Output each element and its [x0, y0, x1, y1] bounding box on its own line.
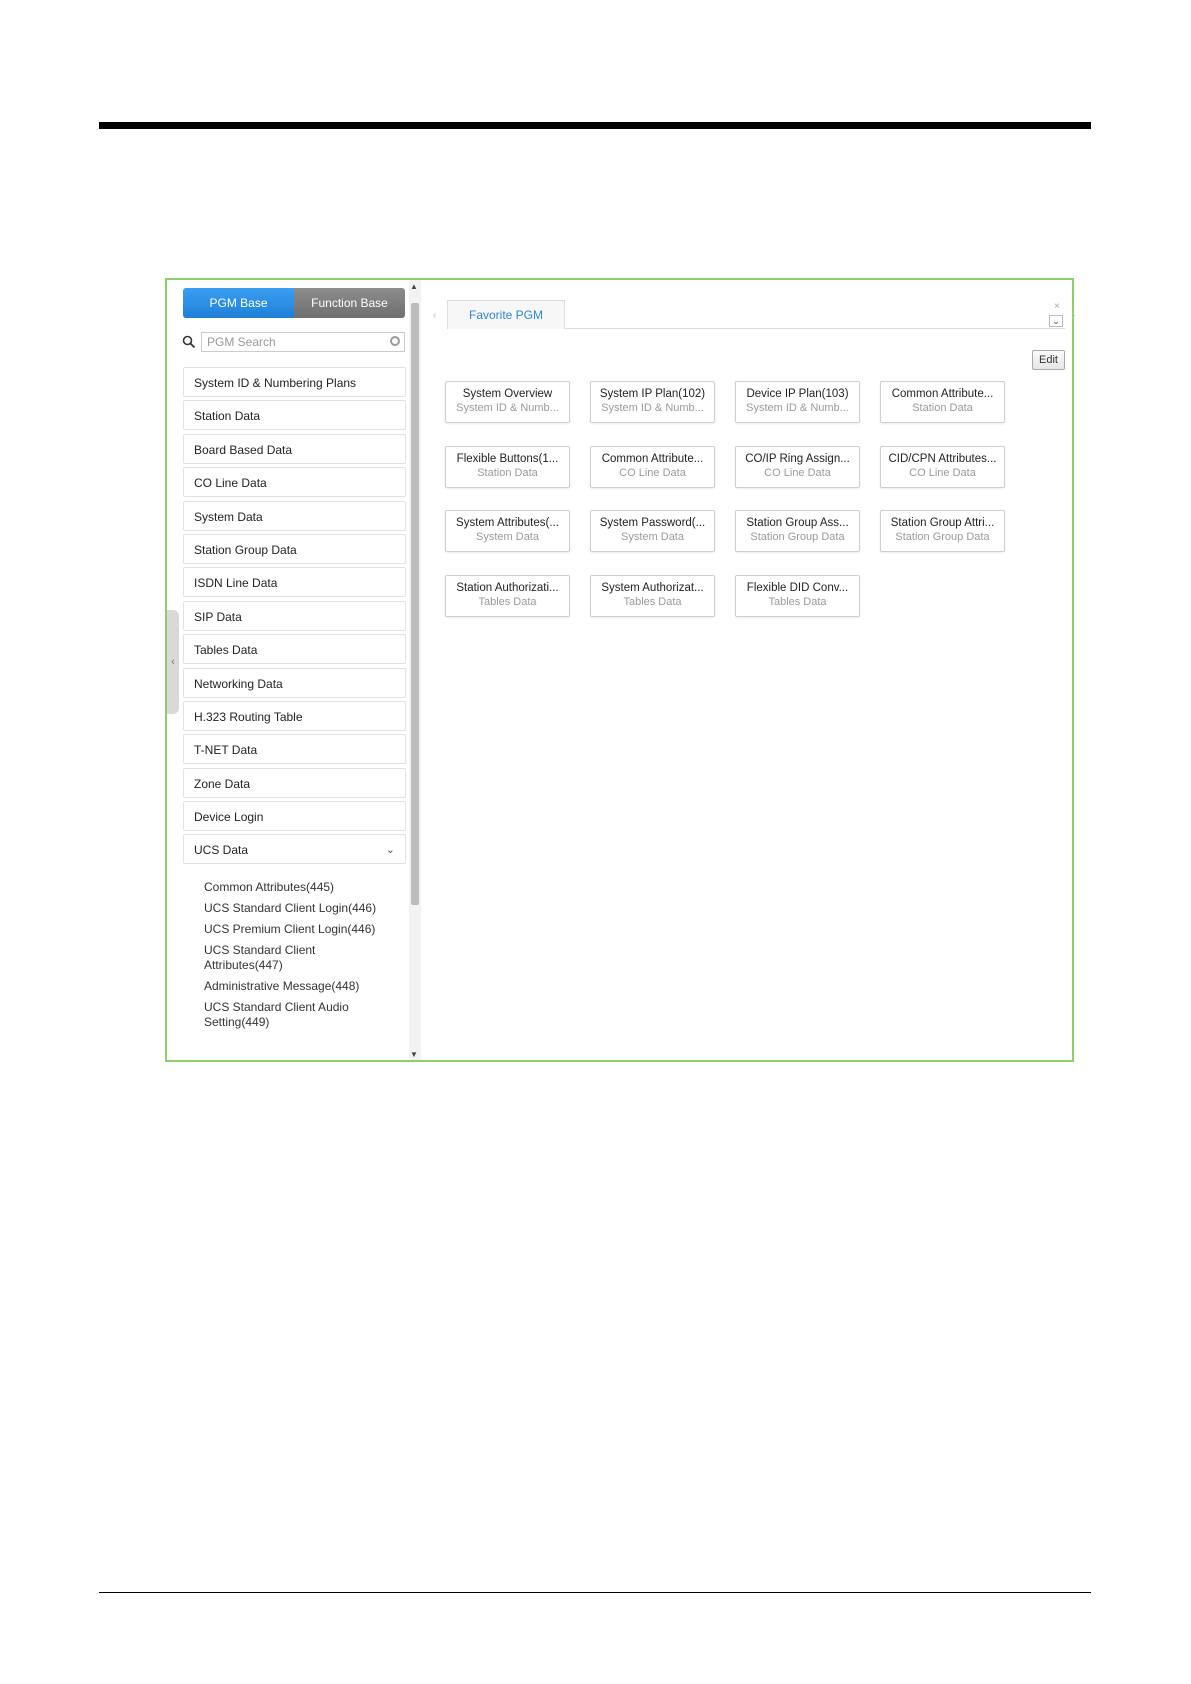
screenshot-frame: PGM Base Function Base PGM Search System…	[165, 278, 1075, 1062]
card-title: System IP Plan(102)	[599, 388, 706, 400]
page-bottom-rule	[99, 1592, 1091, 1593]
card-title: Station Group Ass...	[746, 517, 849, 529]
submenu-item-standard-client-login[interactable]: UCS Standard Client Login(446)	[204, 901, 406, 916]
favorite-pgm-card[interactable]: System Password(... System Data	[590, 510, 715, 552]
menu-item-zone-data[interactable]: Zone Data	[183, 767, 406, 798]
scroll-up-icon[interactable]: ▲	[410, 282, 418, 291]
card-title: Station Authorizati...	[456, 581, 559, 594]
favorite-pgm-card[interactable]: Flexible Buttons(1... Station Data	[445, 445, 570, 488]
tab-favorite-pgm[interactable]: Favorite PGM	[447, 300, 565, 329]
card-title: CO/IP Ring Assign...	[745, 452, 850, 465]
card-subtitle: Tables Data	[623, 595, 682, 608]
pgm-search-input[interactable]: PGM Search	[201, 332, 405, 352]
card-subtitle: Tables Data	[768, 595, 827, 608]
favorite-pgm-card[interactable]: System Overview System ID & Numb...	[445, 381, 570, 423]
left-scroll-thumb[interactable]	[411, 303, 419, 905]
menu-item-system-id[interactable]: System ID & Numbering Plans	[183, 367, 406, 397]
menu-item-board-based-data[interactable]: Board Based Data	[183, 433, 406, 464]
favorite-pgm-card[interactable]: System IP Plan(102) System ID & Numb...	[590, 381, 715, 423]
favorite-pgm-card[interactable]: Common Attribute... CO Line Data	[590, 445, 715, 488]
submenu-item-standard-client-attributes[interactable]: UCS Standard Client Attributes(447)	[204, 943, 364, 973]
pgm-menu: System ID & Numbering Plans Station Data…	[183, 367, 406, 1036]
favorite-pgm-card[interactable]: CID/CPN Attributes... CO Line Data	[880, 445, 1005, 488]
chevron-right-icon[interactable]: ›	[1072, 310, 1075, 321]
card-subtitle: System Data	[621, 531, 684, 543]
card-title: System Overview	[462, 388, 553, 400]
card-subtitle: CO Line Data	[619, 466, 686, 479]
card-title: Station Group Attri...	[890, 517, 995, 529]
search-icon[interactable]	[182, 335, 196, 349]
submenu-item-common-attributes[interactable]: Common Attributes(445)	[204, 880, 406, 895]
card-subtitle: System ID & Numb...	[456, 402, 559, 414]
card-subtitle: System Data	[476, 531, 539, 543]
chevron-left-icon[interactable]: ‹	[433, 310, 436, 321]
submenu-item-administrative-message[interactable]: Administrative Message(448)	[204, 979, 406, 994]
chevron-down-icon[interactable]: ⌄	[386, 843, 395, 856]
page-top-rule	[99, 122, 1091, 129]
left-panel: PGM Base Function Base PGM Search System…	[167, 280, 421, 1060]
chevron-left-icon[interactable]: ‹	[167, 610, 179, 714]
ucs-submenu: Common Attributes(445) UCS Standard Clie…	[183, 868, 406, 1030]
pgm-base-tab[interactable]: PGM Base	[183, 288, 294, 318]
menu-item-system-data[interactable]: System Data	[183, 500, 406, 531]
card-subtitle: System ID & Numb...	[601, 402, 704, 414]
menu-item-tnet-data[interactable]: T-NET Data	[183, 734, 406, 765]
right-panel: ‹ Favorite PGM × ⌄ › Edit System Overvie…	[423, 280, 1075, 1060]
menu-item-ucs-data[interactable]: UCS Data ⌄	[183, 834, 406, 865]
chevron-down-icon[interactable]: ⌄	[1049, 315, 1063, 327]
pgm-search-placeholder: PGM Search	[207, 335, 276, 349]
favorite-pgm-card[interactable]: System Authorizat... Tables Data	[590, 574, 715, 617]
close-icon[interactable]: ×	[1054, 301, 1060, 312]
card-subtitle: Station Group Data	[895, 531, 990, 543]
card-subtitle: Tables Data	[478, 595, 537, 608]
favorite-pgm-card[interactable]: Station Group Ass... Station Group Data	[735, 510, 860, 552]
card-title: Flexible Buttons(1...	[456, 452, 559, 465]
card-subtitle: Station Data	[912, 402, 973, 414]
menu-item-ucs-data-label: UCS Data	[194, 843, 249, 858]
favorite-pgm-card[interactable]: Flexible DID Conv... Tables Data	[735, 574, 860, 617]
card-title: System Attributes(...	[456, 517, 559, 529]
favorite-pgm-card[interactable]: CO/IP Ring Assign... CO Line Data	[735, 445, 860, 488]
menu-item-device-login[interactable]: Device Login	[183, 801, 406, 832]
favorite-pgm-card[interactable]: System Attributes(... System Data	[445, 510, 570, 552]
menu-item-station-data[interactable]: Station Data	[183, 400, 406, 431]
edit-button[interactable]: Edit	[1032, 350, 1065, 370]
favorite-pgm-card[interactable]: Station Group Attri... Station Group Data	[880, 510, 1005, 552]
card-title: Device IP Plan(103)	[746, 388, 849, 400]
function-base-tab[interactable]: Function Base	[294, 288, 405, 318]
favorite-pgm-card[interactable]: Station Authorizati... Tables Data	[445, 574, 570, 617]
submenu-item-standard-client-audio[interactable]: UCS Standard Client Audio Setting(449)	[204, 1000, 364, 1030]
card-title: System Password(...	[599, 517, 706, 529]
card-title: Common Attribute...	[601, 452, 704, 465]
menu-item-co-line-data[interactable]: CO Line Data	[183, 467, 406, 498]
menu-item-tables-data[interactable]: Tables Data	[183, 634, 406, 665]
scroll-down-icon[interactable]: ▼	[410, 1050, 418, 1059]
menu-item-isdn-line-data[interactable]: ISDN Line Data	[183, 567, 406, 598]
menu-item-networking-data[interactable]: Networking Data	[183, 667, 406, 698]
card-subtitle: System ID & Numb...	[746, 402, 849, 414]
menu-item-sip-data[interactable]: SIP Data	[183, 600, 406, 631]
card-subtitle: Station Data	[477, 466, 538, 479]
card-subtitle: CO Line Data	[764, 466, 831, 479]
mode-switch: PGM Base Function Base	[183, 288, 405, 318]
clear-icon[interactable]	[390, 336, 400, 346]
favorite-pgm-card[interactable]: Common Attribute... Station Data	[880, 381, 1005, 423]
menu-item-h323-routing-table[interactable]: H.323 Routing Table	[183, 700, 406, 731]
card-title: System Authorizat...	[601, 581, 704, 594]
submenu-item-premium-client-login[interactable]: UCS Premium Client Login(446)	[204, 922, 406, 937]
card-title: Flexible DID Conv...	[746, 581, 849, 594]
menu-item-station-group-data[interactable]: Station Group Data	[183, 533, 406, 564]
card-title: Common Attribute...	[891, 388, 994, 400]
card-subtitle: CO Line Data	[909, 466, 976, 479]
card-title: CID/CPN Attributes...	[888, 452, 997, 465]
card-subtitle: Station Group Data	[750, 531, 845, 543]
favorite-pgm-card[interactable]: Device IP Plan(103) System ID & Numb...	[735, 381, 860, 423]
